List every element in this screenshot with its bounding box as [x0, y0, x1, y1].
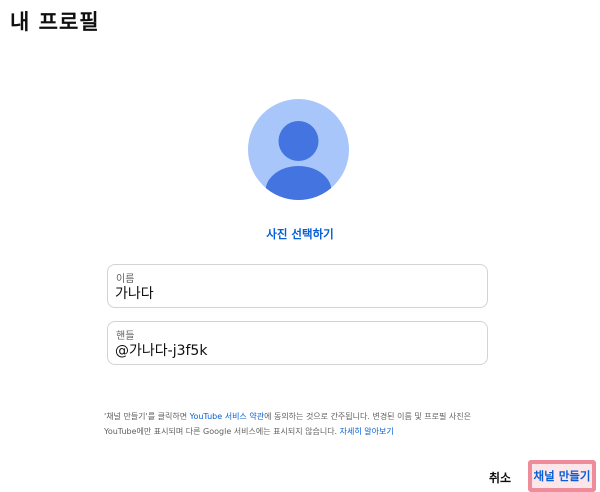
terms-of-service-link[interactable]: YouTube 서비스 약관 [190, 412, 264, 421]
person-silhouette-icon [265, 121, 332, 200]
name-field-label: 이름 [116, 274, 135, 285]
select-photo-link[interactable]: 사진 선택하기 [200, 226, 400, 242]
create-channel-page: 내 프로필 사진 선택하기 이름 핸들 '채널 만들기'를 클릭하면 YouTu… [0, 0, 600, 492]
page-title: 내 프로필 [10, 10, 100, 34]
terms-notice: '채널 만들기'를 클릭하면 YouTube 서비스 약관에 동의하는 것으로 … [104, 409, 504, 439]
terms-text-part1: '채널 만들기'를 클릭하면 [104, 412, 190, 421]
name-input[interactable] [115, 285, 475, 301]
learn-more-link[interactable]: 자세히 알아보기 [340, 427, 394, 436]
create-channel-button[interactable]: 채널 만들기 [528, 460, 596, 492]
cancel-button[interactable]: 취소 [480, 464, 520, 490]
avatar[interactable] [248, 99, 349, 200]
handle-field[interactable]: 핸들 [107, 321, 488, 365]
handle-input[interactable] [115, 342, 475, 358]
name-field[interactable]: 이름 [107, 264, 488, 308]
handle-field-label: 핸들 [116, 331, 135, 342]
